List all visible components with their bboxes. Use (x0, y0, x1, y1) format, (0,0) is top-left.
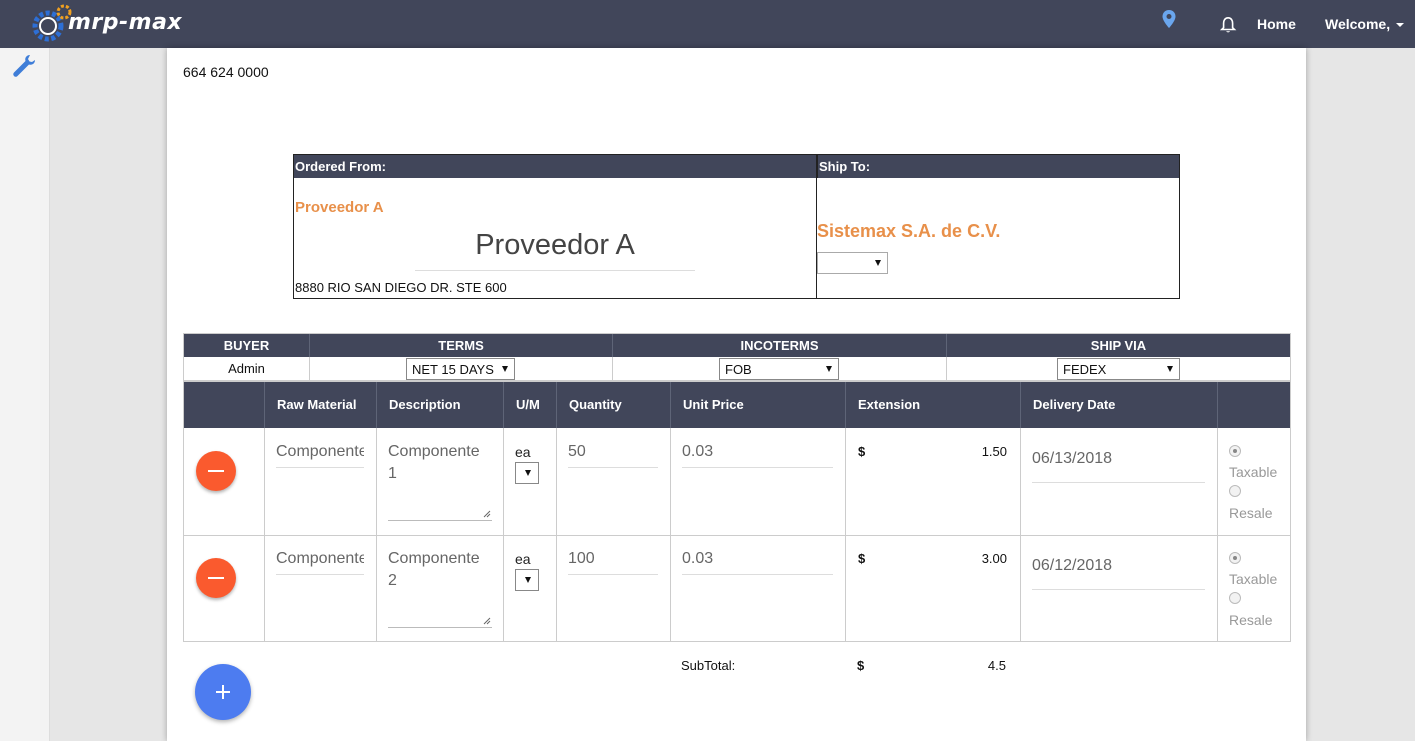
subtotal-currency: $ (857, 658, 865, 673)
header-action (184, 382, 264, 428)
delivery-date-input[interactable]: 06/12/2018 (1032, 557, 1205, 590)
currency-symbol: $ (858, 551, 866, 566)
vendor-link[interactable]: Proveedor A (295, 199, 384, 216)
select-arrow-icon (1167, 366, 1173, 372)
unit-price-input[interactable]: 0.03 (682, 443, 833, 468)
taxable-radio[interactable] (1229, 445, 1241, 457)
welcome-menu[interactable]: Welcome, (1325, 16, 1405, 32)
remove-row-button[interactable] (196, 451, 236, 491)
header-unit-price: Unit Price (670, 382, 845, 428)
header-quantity: Quantity (556, 382, 670, 428)
ship-to-name: Sistemax S.A. de C.V. (817, 221, 1001, 241)
terms-header: TERMS (309, 334, 612, 357)
resale-label: Resale (1229, 505, 1273, 521)
items-table-header: Raw Material Description U/M Quantity Un… (184, 382, 1290, 428)
resize-handle-icon (483, 510, 491, 518)
header-description: Description (376, 382, 503, 428)
um-select[interactable] (515, 462, 539, 484)
extension-value: 1.50 (981, 444, 1007, 459)
ship-to-select[interactable] (817, 252, 888, 274)
plus-icon (222, 685, 224, 699)
buyer-value: Admin (228, 361, 265, 376)
terms-select[interactable]: NET 15 DAYS (406, 358, 515, 380)
info-divider (946, 357, 947, 381)
home-link[interactable]: Home (1257, 16, 1296, 32)
subtotal-label: SubTotal: (681, 658, 736, 673)
resize-handle-icon (483, 617, 491, 625)
select-arrow-icon (525, 577, 531, 583)
description-line: 1 (388, 465, 397, 482)
items-table: Raw Material Description U/M Quantity Un… (183, 381, 1291, 642)
taxable-radio[interactable] (1229, 552, 1241, 564)
company-phone: 664 624 0000 (183, 64, 269, 80)
address-table: Ordered From: Ship To: Proveedor A Prove… (293, 154, 1180, 299)
sidebar (0, 48, 50, 741)
incoterms-header: INCOTERMS (612, 334, 946, 357)
info-divider (612, 357, 613, 381)
ordered-from-header: Ordered From: (294, 155, 817, 178)
select-arrow-icon (525, 470, 531, 476)
add-row-button[interactable] (195, 664, 251, 720)
select-arrow-icon (826, 366, 832, 372)
wrench-icon[interactable] (10, 52, 38, 80)
description-line: Componente (388, 550, 480, 567)
header-extension: Extension (845, 382, 1020, 428)
select-arrow-icon (875, 260, 881, 266)
description-textarea[interactable]: Componente 2 (388, 548, 492, 628)
um-value: ea (515, 444, 531, 460)
chevron-down-icon (1396, 23, 1405, 28)
header-um: U/M (503, 382, 556, 428)
um-select[interactable] (515, 569, 539, 591)
map-pin-icon[interactable] (1159, 9, 1179, 29)
um-value: ea (515, 551, 531, 567)
header-raw-material: Raw Material (264, 382, 376, 428)
header-delivery-date: Delivery Date (1020, 382, 1217, 428)
description-line: 2 (388, 572, 397, 589)
resale-radio[interactable] (1229, 592, 1241, 604)
subtotal-value: 4.5 (987, 658, 1006, 673)
quantity-input[interactable]: 100 (568, 550, 658, 575)
buyer-header: BUYER (184, 334, 309, 357)
taxable-label: Taxable (1229, 464, 1278, 480)
raw-material-input[interactable]: Componente (276, 443, 364, 468)
minus-icon (208, 577, 224, 579)
incoterms-select[interactable]: FOB (719, 358, 839, 380)
description-line: Componente (388, 443, 480, 460)
ship-to-header: Ship To: (817, 155, 1179, 178)
ship-via-header: SHIP VIA (946, 334, 1290, 357)
resale-label: Resale (1229, 612, 1273, 628)
select-arrow-icon (502, 366, 508, 372)
unit-price-input[interactable]: 0.03 (682, 550, 833, 575)
remove-row-button[interactable] (196, 558, 236, 598)
bell-icon[interactable] (1220, 15, 1238, 35)
delivery-date-input[interactable]: 06/13/2018 (1032, 450, 1205, 483)
vendor-address: 8880 RIO SAN DIEGO DR. STE 600 (295, 280, 507, 295)
welcome-label: Welcome, (1325, 16, 1391, 32)
resale-radio[interactable] (1229, 485, 1241, 497)
extension-value: 3.00 (981, 551, 1007, 566)
quantity-input[interactable]: 50 (568, 443, 658, 468)
ship-via-select[interactable]: FEDEX (1057, 358, 1180, 380)
top-navbar: mrp-max Home Welcome, (0, 0, 1415, 48)
currency-symbol: $ (858, 444, 866, 459)
description-textarea[interactable]: Componente 1 (388, 441, 492, 521)
info-divider (309, 357, 310, 381)
terms-value: NET 15 DAYS (412, 362, 494, 377)
raw-material-input[interactable]: Componente (276, 550, 364, 575)
taxable-label: Taxable (1229, 571, 1278, 587)
grid-line (184, 535, 1290, 536)
logo-text[interactable]: mrp-max (68, 10, 182, 35)
header-tax (1217, 382, 1290, 428)
order-info-table: BUYER TERMS INCOTERMS SHIP VIA Admin NET… (183, 333, 1291, 381)
vendor-name-field[interactable]: Proveedor A (415, 229, 695, 271)
ship-via-value: FEDEX (1063, 362, 1107, 377)
incoterms-value: FOB (725, 362, 752, 377)
minus-icon (208, 470, 224, 472)
